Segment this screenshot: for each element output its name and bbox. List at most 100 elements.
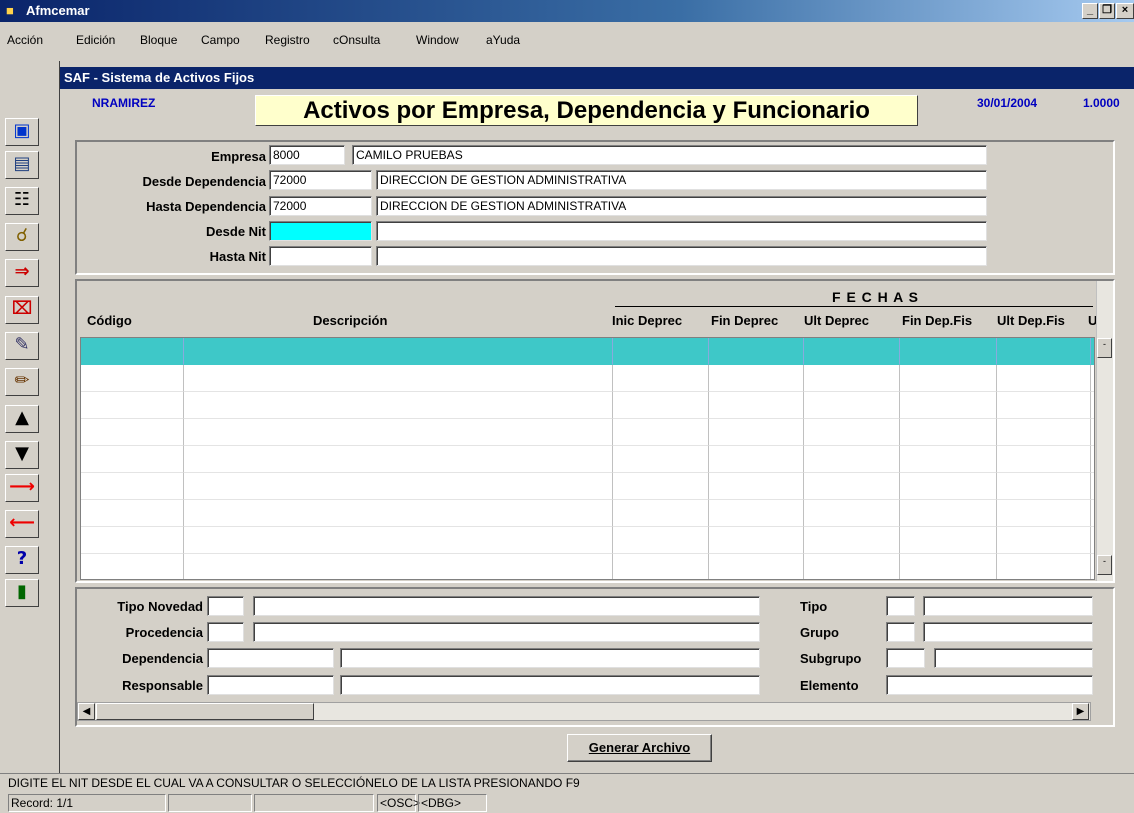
cell-inic-deprec[interactable] [613, 500, 709, 527]
tipo-desc-field[interactable] [923, 596, 1093, 616]
cell-ult-dep-fis[interactable] [997, 554, 1091, 579]
cell-u[interactable] [1091, 500, 1094, 527]
desde-nit-desc-field[interactable] [376, 221, 987, 241]
scroll-right-icon[interactable]: ▶ [1072, 703, 1089, 720]
next-record-icon[interactable]: ⟶ [5, 474, 39, 502]
cell-descripcion[interactable] [184, 446, 613, 473]
cell-codigo[interactable] [81, 419, 184, 446]
menu-edicion[interactable]: Edición [76, 33, 115, 47]
cell-ult-dep-fis[interactable] [997, 338, 1091, 365]
hasta-nit-desc-field[interactable] [376, 246, 987, 266]
elemento-field[interactable] [886, 675, 1093, 695]
exit-icon[interactable]: ▮ [5, 579, 39, 607]
menu-window[interactable]: Window [416, 33, 459, 47]
previous-record-icon[interactable]: ⟵ [5, 510, 39, 538]
table-row[interactable] [81, 446, 1094, 473]
menu-accion[interactable]: Acción [7, 33, 43, 47]
menu-ayuda[interactable]: aYuda [486, 33, 520, 47]
minimize-icon[interactable]: _ [1082, 3, 1098, 19]
clipboard-icon[interactable]: ☷ [5, 187, 39, 215]
cell-descripcion[interactable] [184, 500, 613, 527]
cell-u[interactable] [1091, 419, 1094, 446]
cell-ult-deprec[interactable] [804, 527, 900, 554]
cell-ult-deprec[interactable] [804, 338, 900, 365]
tipo-novedad-desc-field[interactable] [253, 596, 760, 616]
cell-ult-dep-fis[interactable] [997, 392, 1091, 419]
cell-ult-deprec[interactable] [804, 554, 900, 579]
cell-descripcion[interactable] [184, 473, 613, 500]
cell-descripcion[interactable] [184, 419, 613, 446]
cell-codigo[interactable] [81, 554, 184, 579]
empresa-code-field[interactable]: 8000 [269, 145, 345, 165]
table-row[interactable] [81, 392, 1094, 419]
cell-fin-dep-fis[interactable] [900, 446, 997, 473]
responsable-desc-field[interactable] [340, 675, 760, 695]
menu-registro[interactable]: Registro [265, 33, 310, 47]
cell-descripcion[interactable] [184, 338, 613, 365]
table-row[interactable] [81, 365, 1094, 392]
cell-codigo[interactable] [81, 500, 184, 527]
cell-fin-deprec[interactable] [709, 338, 804, 365]
cell-fin-deprec[interactable] [709, 419, 804, 446]
table-row[interactable] [81, 527, 1094, 554]
cell-u[interactable] [1091, 473, 1094, 500]
dependencia-desc-field[interactable] [340, 648, 760, 668]
cell-ult-dep-fis[interactable] [997, 473, 1091, 500]
procedencia-desc-field[interactable] [253, 622, 760, 642]
menu-campo[interactable]: Campo [201, 33, 240, 47]
cell-ult-dep-fis[interactable] [997, 500, 1091, 527]
cell-ult-dep-fis[interactable] [997, 446, 1091, 473]
generar-archivo-button[interactable]: Generar Archivo [567, 734, 712, 762]
next-block-icon[interactable]: ▼ [5, 441, 39, 469]
query-icon[interactable]: ☌ [5, 223, 39, 251]
cell-inic-deprec[interactable] [613, 419, 709, 446]
cell-codigo[interactable] [81, 473, 184, 500]
cell-ult-deprec[interactable] [804, 500, 900, 527]
cell-inic-deprec[interactable] [613, 338, 709, 365]
cell-u[interactable] [1091, 527, 1094, 554]
cell-inic-deprec[interactable] [613, 365, 709, 392]
restore-icon[interactable]: ❐ [1099, 3, 1115, 19]
cell-descripcion[interactable] [184, 365, 613, 392]
cell-fin-dep-fis[interactable] [900, 419, 997, 446]
cell-ult-deprec[interactable] [804, 473, 900, 500]
cell-ult-dep-fis[interactable] [997, 419, 1091, 446]
desde-nit-code-field[interactable] [269, 221, 372, 241]
cell-descripcion[interactable] [184, 527, 613, 554]
grid-vscrollbar[interactable] [1096, 281, 1113, 581]
cell-fin-dep-fis[interactable] [900, 392, 997, 419]
cell-inic-deprec[interactable] [613, 446, 709, 473]
help-icon[interactable]: ? [5, 546, 39, 574]
scroll-left-icon[interactable]: ◀ [78, 703, 95, 720]
cell-u[interactable] [1091, 338, 1094, 365]
cell-u[interactable] [1091, 554, 1094, 579]
menu-bloque[interactable]: Bloque [140, 33, 177, 47]
cell-u[interactable] [1091, 446, 1094, 473]
cell-inic-deprec[interactable] [613, 473, 709, 500]
previous-block-icon[interactable]: ▲ [5, 405, 39, 433]
cell-fin-deprec[interactable] [709, 446, 804, 473]
cell-ult-deprec[interactable] [804, 419, 900, 446]
table-row[interactable] [81, 500, 1094, 527]
cell-fin-dep-fis[interactable] [900, 500, 997, 527]
cell-ult-deprec[interactable] [804, 446, 900, 473]
cell-ult-deprec[interactable] [804, 392, 900, 419]
cell-inic-deprec[interactable] [613, 392, 709, 419]
cell-u[interactable] [1091, 365, 1094, 392]
close-icon[interactable]: × [1116, 3, 1134, 19]
table-row[interactable] [81, 419, 1094, 446]
hasta-dependencia-desc-field[interactable]: DIRECCION DE GESTION ADMINISTRATIVA [376, 196, 987, 216]
cell-fin-dep-fis[interactable] [900, 554, 997, 579]
grid-scroll-thumb-top[interactable]: - [1097, 338, 1112, 358]
cell-inic-deprec[interactable] [613, 554, 709, 579]
tipo-code-field[interactable] [886, 596, 915, 616]
cell-ult-deprec[interactable] [804, 365, 900, 392]
hasta-nit-code-field[interactable] [269, 246, 372, 266]
cell-u[interactable] [1091, 392, 1094, 419]
menu-consulta[interactable]: cOnsulta [333, 33, 380, 47]
empresa-desc-field[interactable]: CAMILO PRUEBAS [352, 145, 987, 165]
cell-codigo[interactable] [81, 338, 184, 365]
responsable-code-field[interactable] [207, 675, 334, 695]
tipo-novedad-code-field[interactable] [207, 596, 244, 616]
subgrupo-desc-field[interactable] [934, 648, 1093, 668]
